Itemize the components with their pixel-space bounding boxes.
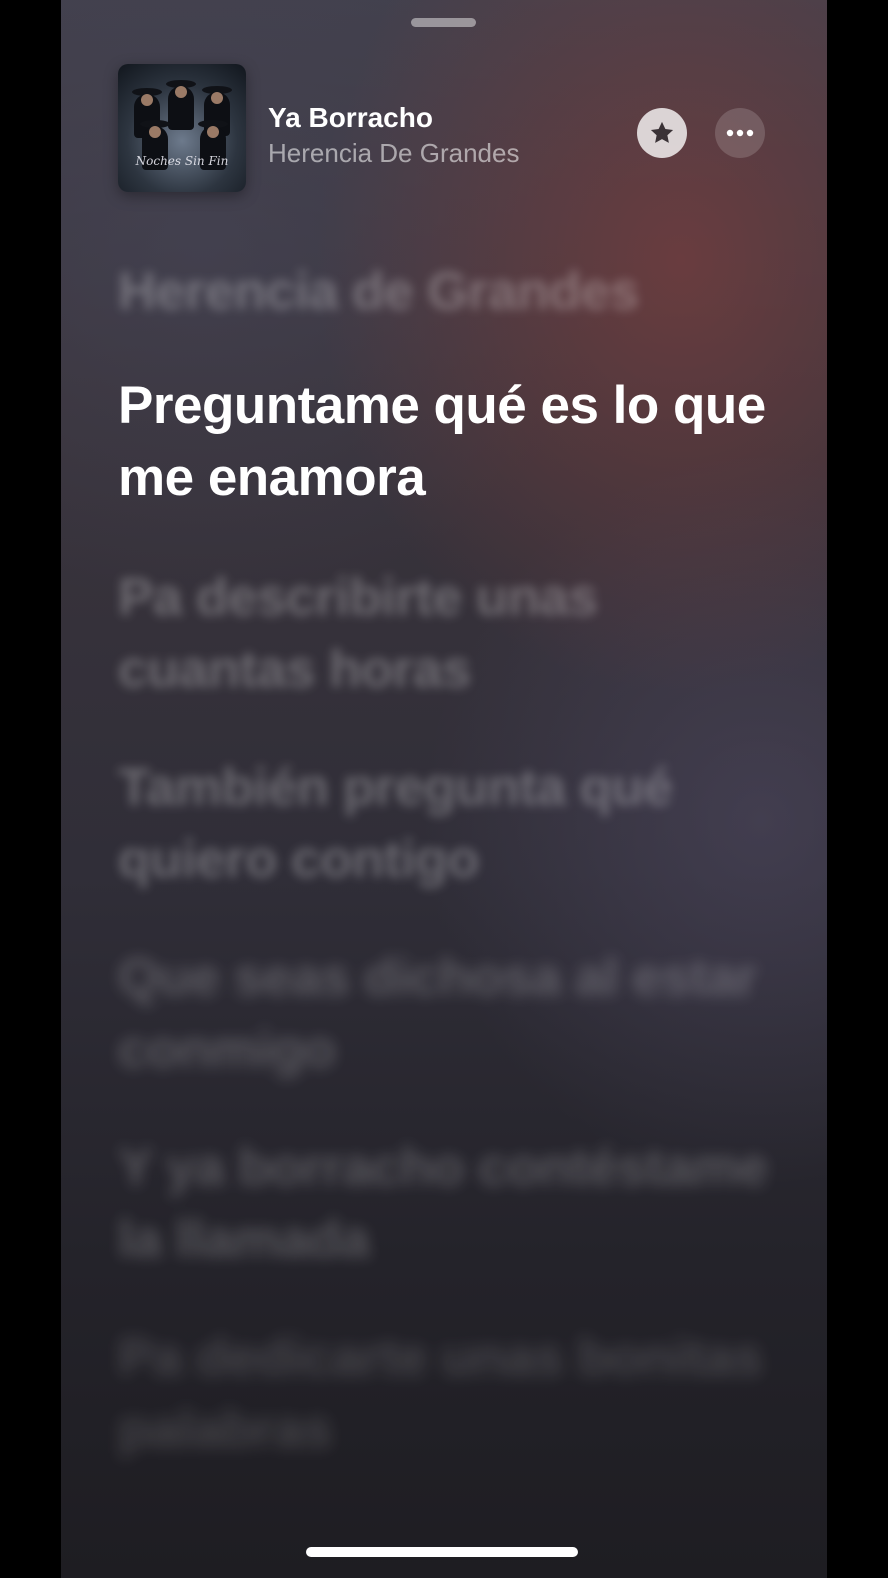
lyric-line-previous[interactable]: Herencia de Grandes (118, 256, 778, 328)
lyric-line[interactable]: Y ya borracho contéstame la llamada (118, 1132, 778, 1276)
lyric-line[interactable]: También pregunta qué quiero contigo (118, 752, 778, 896)
sheet-grabber[interactable] (411, 18, 476, 27)
album-artwork[interactable]: Noches Sin Fin (118, 64, 246, 192)
artwork-face (207, 126, 219, 138)
lyric-line-current[interactable]: Preguntame qué es lo que me enamora (118, 370, 778, 514)
lyric-line[interactable]: Pa dedicarte unas bonitas palabras (118, 1322, 778, 1466)
more-options-button[interactable] (715, 108, 765, 158)
home-indicator[interactable] (306, 1547, 578, 1557)
favorite-button[interactable] (637, 108, 687, 158)
lyric-line[interactable]: Que seas dichosa al estar conmigo (118, 942, 778, 1086)
artwork-face (141, 94, 153, 106)
artwork-face (149, 126, 161, 138)
artwork-face (211, 92, 223, 104)
star-icon (650, 121, 674, 143)
track-title[interactable]: Ya Borracho (268, 102, 433, 134)
lyric-line[interactable]: Pa describirte unas cuantas horas (118, 562, 778, 706)
artwork-caption: Noches Sin Fin (135, 154, 229, 168)
artwork-face (175, 86, 187, 98)
lyrics-screen: Noches Sin Fin Ya Borracho Herencia De G… (61, 0, 827, 1578)
ellipsis-icon (726, 129, 754, 137)
now-playing-header: Noches Sin Fin Ya Borracho Herencia De G… (118, 64, 768, 192)
track-artist[interactable]: Herencia De Grandes (268, 138, 519, 169)
